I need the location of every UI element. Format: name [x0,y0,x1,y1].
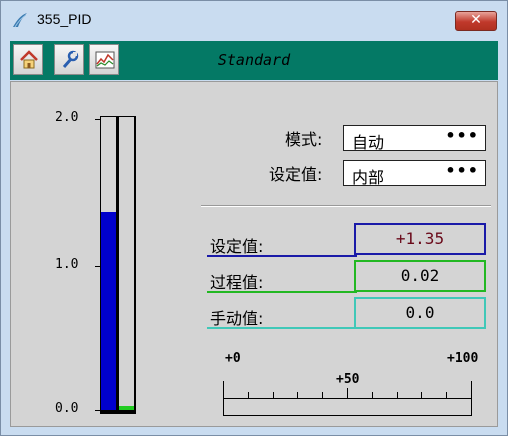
separator [201,205,491,207]
scale-left-label: +0 [225,351,241,366]
scale-right-label: +100 [447,351,479,366]
process-value-label: 过程值: [210,273,264,292]
bargraph [100,116,136,414]
scale-bottom-line [223,415,472,416]
manual-value-field[interactable]: 0.0 [354,297,486,329]
sp-source-value: 内部 [352,168,385,187]
setpoint-label: 设定值: [210,237,264,256]
process-value-underline [207,291,357,293]
app-icon [13,13,27,28]
bar-min-label: 0.0 [55,401,79,416]
setpoint-field[interactable]: +1.35 [354,223,486,255]
scale-mid-label: +50 [336,372,360,387]
scale-right-edge [471,381,472,416]
bar-mid-label: 1.0 [55,257,79,272]
faceplate-window: 355_PID ✕ Standard 2.0 1.0 0.0 模式: 自动 ••… [0,0,508,436]
output-bar-track [119,117,134,410]
close-button[interactable]: ✕ [455,11,497,31]
operating-mode-label: Standard [217,51,291,69]
sp-source-dropdown[interactable]: 内部 ••• [343,160,486,187]
sp-source-label: 设定值: [269,165,323,184]
window-title: 355_PID [37,11,92,27]
scale-line [223,398,472,399]
output-bar-fill [119,406,134,410]
faceplate-panel: 2.0 1.0 0.0 模式: 自动 ••• 设定值: 内部 ••• 设定值: [10,81,498,427]
close-icon: ✕ [470,12,482,28]
mode-dropdown[interactable]: 自动 ••• [343,125,486,152]
scale-minor-tick [347,388,348,398]
sp-source-more-icon[interactable]: ••• [445,161,479,180]
mode-value: 自动 [352,133,385,152]
mode-label: 模式: [285,130,323,149]
manual-value-label: 手动值: [210,309,264,328]
toolbar: Standard [10,41,498,80]
setpoint-underline [207,255,357,257]
title-bar[interactable]: 355_PID ✕ [1,1,507,39]
setpoint-bar-fill [101,212,116,410]
manual-value-underline [207,327,357,329]
process-value-field: 0.02 [354,260,486,292]
mode-more-icon[interactable]: ••• [445,126,479,145]
setpoint-bar-track [101,117,116,410]
bar-max-label: 2.0 [55,110,79,125]
scale-left-edge [223,381,224,416]
